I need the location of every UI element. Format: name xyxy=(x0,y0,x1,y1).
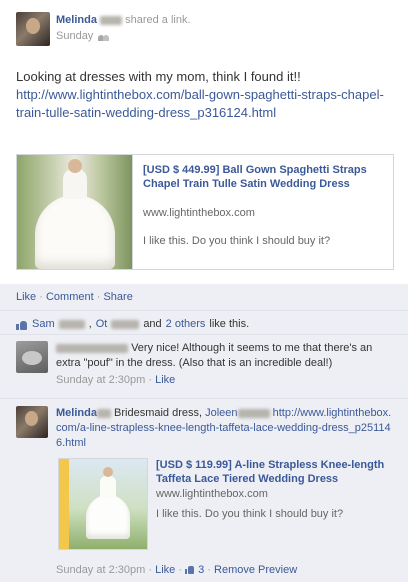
comment-text: Bridesmaid dress, xyxy=(114,407,203,419)
comment-timestamp[interactable]: Sunday at 2:30pm xyxy=(56,564,145,576)
post-message: Looking at dresses with my mom, think I … xyxy=(16,69,301,84)
mention-link[interactable]: Joleen xyxy=(205,407,237,419)
like-button[interactable]: Like xyxy=(16,291,36,303)
comment-meta: Sunday at 2:30pm · Like · 3 · Remove Pre… xyxy=(56,564,298,576)
author-avatar[interactable] xyxy=(16,12,50,46)
commenter-avatar[interactable] xyxy=(16,341,48,373)
redacted-name xyxy=(111,319,140,329)
redacted-name xyxy=(100,15,123,25)
post-header-line: Melinda shared a link. xyxy=(56,14,191,26)
comment-like-button[interactable]: Like xyxy=(155,374,175,386)
comment-like-count[interactable]: 3 xyxy=(198,564,204,576)
share-button[interactable]: Share xyxy=(103,291,132,303)
comment-preview-thumbnail[interactable] xyxy=(58,458,148,550)
divider xyxy=(0,334,408,335)
likes-and-text: and xyxy=(143,318,162,330)
comment-like-button[interactable]: Like xyxy=(155,564,175,576)
redacted-name xyxy=(237,408,270,418)
comment-timestamp[interactable]: Sunday at 2:30pm xyxy=(56,374,145,386)
post-actions: Like · Comment · Share xyxy=(16,291,133,303)
comment-button[interactable]: Comment xyxy=(46,291,94,303)
commenter-avatar[interactable] xyxy=(16,406,48,438)
comment-preview-description: I like this. Do you think I should buy i… xyxy=(156,508,344,520)
preview-thumbnail[interactable] xyxy=(17,155,133,269)
redacted-name xyxy=(58,319,85,329)
preview-title-link[interactable]: [USD $ 449.99] Ball Gown Spaghetti Strap… xyxy=(143,163,383,191)
divider xyxy=(0,310,408,311)
link-preview-card[interactable]: [USD $ 449.99] Ball Gown Spaghetti Strap… xyxy=(16,154,394,270)
author-name-link[interactable]: Melinda xyxy=(56,14,97,26)
friends-icon[interactable] xyxy=(98,32,110,41)
preview-domain: www.lightinthebox.com xyxy=(143,207,255,219)
comment-preview-domain: www.lightinthebox.com xyxy=(156,488,268,500)
liker-name-1[interactable]: Sam xyxy=(32,318,55,330)
separator: · xyxy=(39,291,43,303)
post-timestamp[interactable]: Sunday xyxy=(56,30,93,42)
comment-link-preview[interactable]: [USD $ 119.99] A-line Strapless Knee-len… xyxy=(56,458,396,558)
post-meta: Sunday xyxy=(56,30,110,42)
redacted-name xyxy=(96,408,111,418)
comment-preview-title-link[interactable]: [USD $ 119.99] A-line Strapless Knee-len… xyxy=(156,458,396,486)
commenter-name-link[interactable]: Melinda xyxy=(56,407,97,419)
divider xyxy=(0,398,408,399)
comment-body: Melinda Bridesmaid dress, Joleen http://… xyxy=(56,406,392,451)
comment-body: Very nice! Although it seems to me that … xyxy=(56,341,392,388)
redacted-commenter-name[interactable] xyxy=(56,343,128,353)
thumbs-up-icon xyxy=(16,319,28,330)
liker-name-2[interactable]: Ot xyxy=(96,318,108,330)
likes-suffix: like this. xyxy=(209,318,250,330)
remove-preview-button[interactable]: Remove Preview xyxy=(214,564,297,576)
separator: · xyxy=(96,291,101,303)
likes-others-link[interactable]: 2 others xyxy=(166,318,206,330)
preview-description: I like this. Do you think I should buy i… xyxy=(143,235,331,247)
likes-summary: Sam, Ot and 2 others like this. xyxy=(16,318,249,330)
post-url-link[interactable]: http://www.lightinthebox.com/ball-gown-s… xyxy=(16,86,386,122)
post-action-text: shared a link. xyxy=(125,14,191,26)
comment-meta: Sunday at 2:30pm · Like xyxy=(56,374,176,386)
thumbs-up-icon xyxy=(185,565,195,574)
post-header: Melinda shared a link. Sunday xyxy=(16,12,396,48)
